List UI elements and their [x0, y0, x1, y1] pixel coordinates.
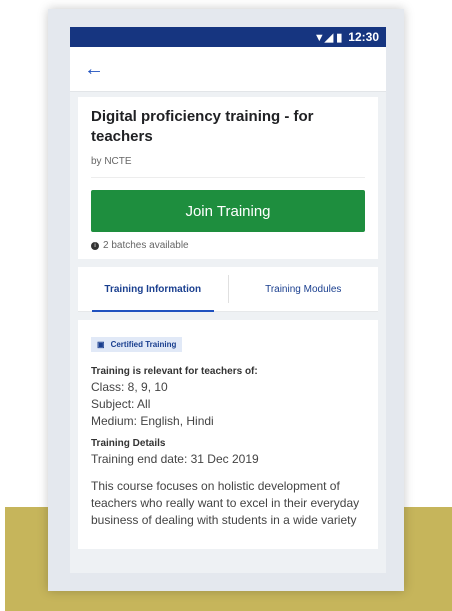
info-icon: i — [91, 241, 99, 250]
medium-line: Medium: English, Hindi — [91, 414, 214, 428]
course-title: Digital proficiency training - for teach… — [91, 108, 314, 145]
join-training-button[interactable]: Join Training — [91, 190, 365, 232]
course-byline: by NCTE — [91, 156, 365, 178]
training-details-label: Training Details — [91, 438, 166, 449]
end-date-line: Training end date: 31 Dec 2019 — [91, 452, 259, 466]
training-information-panel: ▣ Certified Training Training is relevan… — [78, 320, 378, 549]
course-header-card: Digital proficiency training - for teach… — [78, 97, 378, 259]
relevant-label: Training is relevant for teachers of: — [91, 366, 258, 377]
course-description: This course focuses on holistic developm… — [91, 479, 360, 527]
tab-training-information[interactable]: Training Information — [78, 267, 228, 312]
class-line: Class: 8, 9, 10 — [91, 380, 168, 394]
app-bar: ← — [70, 47, 386, 92]
status-time: 12:30 — [348, 30, 379, 44]
batches-info: i 2 batches available — [91, 240, 365, 251]
back-arrow-icon[interactable]: ← — [84, 59, 104, 79]
certified-badge: ▣ Certified Training — [91, 337, 183, 352]
certified-badge-text: Certified Training — [110, 340, 177, 349]
batches-text: 2 batches available — [103, 240, 189, 251]
tab-training-modules[interactable]: Training Modules — [229, 267, 379, 311]
phone-frame: ▼◢ ▮ 12:30 ← Digital proficiency trainin… — [48, 9, 404, 591]
status-bar: ▼◢ ▮ 12:30 — [70, 27, 386, 47]
subject-line: Subject: All — [91, 397, 151, 411]
signal-battery-icon: ▼◢ ▮ — [313, 31, 343, 44]
certificate-icon: ▣ — [97, 340, 105, 349]
phone-screen: ▼◢ ▮ 12:30 ← Digital proficiency trainin… — [70, 27, 386, 573]
tab-bar: Training Information Training Modules — [78, 267, 378, 312]
